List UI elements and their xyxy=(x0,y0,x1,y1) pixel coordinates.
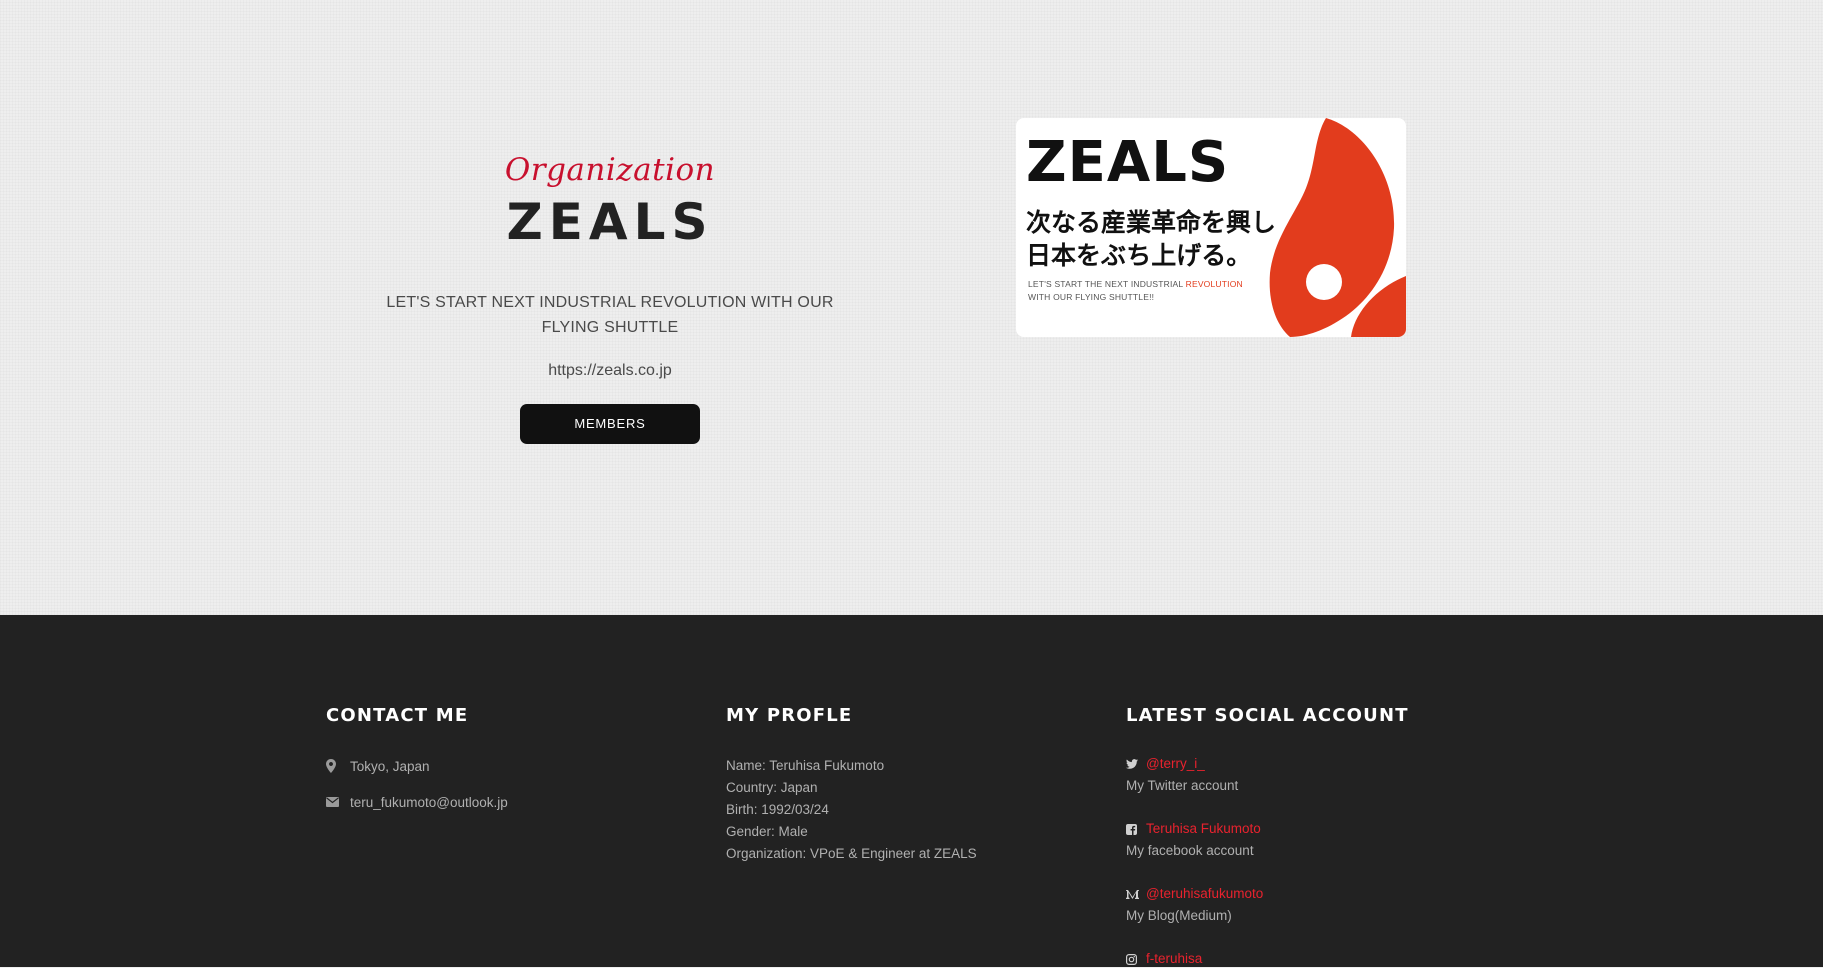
members-button[interactable]: MEMBERS xyxy=(520,404,700,444)
organization-url-link[interactable]: https://zeals.co.jp xyxy=(360,362,860,380)
facebook-handle: Teruhisa Fukumoto xyxy=(1146,821,1261,836)
organization-tagline: LET'S START NEXT INDUSTRIAL REVOLUTION W… xyxy=(386,294,834,336)
instagram-handle: f-teruhisa xyxy=(1146,951,1203,966)
twitter-icon xyxy=(1126,759,1146,769)
medium-description: My Blog(Medium) xyxy=(1126,908,1232,923)
contact-location-text: Tokyo, Japan xyxy=(350,758,430,774)
social-heading: LATEST SOCIAL ACCOUNT xyxy=(1126,705,1409,726)
medium-link[interactable]: @teruhisafukumoto xyxy=(1126,885,1409,903)
organization-name: ZEALS xyxy=(506,193,714,251)
twitter-handle: @terry_i_ xyxy=(1146,756,1205,771)
organization-kicker: Organization xyxy=(504,152,716,188)
twitter-link[interactable]: @terry_i_ xyxy=(1126,755,1409,773)
map-marker-icon xyxy=(326,759,350,773)
profile-birth: Birth: 1992/03/24 xyxy=(726,802,829,817)
facebook-icon xyxy=(1126,823,1146,835)
contact-heading: CONTACT ME xyxy=(326,705,469,726)
profile-organization: Organization: VPoE & Engineer at ZEALS xyxy=(726,846,977,861)
profile-country: Country: Japan xyxy=(726,780,818,795)
social-item-facebook: Teruhisa Fukumoto My facebook account xyxy=(1126,820,1409,862)
contact-email: teru_fukumoto@outlook.jp xyxy=(326,792,508,812)
profile-heading: MY PROFLE xyxy=(726,705,853,726)
contact-location: Tokyo, Japan xyxy=(326,756,508,776)
social-item-instagram: f-teruhisa xyxy=(1126,950,1409,968)
banner-small-line-1: LET'S START THE NEXT INDUSTRIAL xyxy=(1028,279,1186,289)
site-footer: CONTACT ME Tokyo, Japan teru_fukumoto@ou… xyxy=(0,615,1823,967)
profile-column: MY PROFLE Name: Teruhisa Fukumoto Countr… xyxy=(726,703,977,865)
contact-column: CONTACT ME Tokyo, Japan teru_fukumoto@ou… xyxy=(326,703,508,812)
social-column: LATEST SOCIAL ACCOUNT @terry_i_ My Twitt… xyxy=(1126,703,1409,968)
instagram-icon xyxy=(1126,953,1146,965)
profile-name: Name: Teruhisa Fukumoto xyxy=(726,758,885,773)
banner-jp-line-2: 日本をぶち上げる。 xyxy=(1026,241,1252,270)
envelope-icon xyxy=(326,797,350,807)
profile-list: Name: Teruhisa Fukumoto Country: Japan B… xyxy=(726,755,977,865)
facebook-description: My facebook account xyxy=(1126,843,1254,858)
banner-small-accent: REVOLUTION xyxy=(1185,279,1243,289)
banner-english-slogan: LET'S START THE NEXT INDUSTRIAL REVOLUTI… xyxy=(1028,278,1268,304)
banner-jp-line-1: 次なる産業革命を興し xyxy=(1026,208,1277,237)
organization-section: Organization ZEALS LET'S START NEXT INDU… xyxy=(0,0,1823,615)
social-item-medium: @teruhisafukumoto My Blog(Medium) xyxy=(1126,885,1409,927)
medium-icon xyxy=(1126,889,1146,899)
organization-info: Organization ZEALS LET'S START NEXT INDU… xyxy=(360,150,860,444)
flame-logo-icon xyxy=(1269,118,1406,337)
banner-japanese-slogan: 次なる産業革命を興し 日本をぶち上げる。 xyxy=(1026,206,1286,272)
contact-email-link[interactable]: teru_fukumoto@outlook.jp xyxy=(350,795,508,810)
facebook-link[interactable]: Teruhisa Fukumoto xyxy=(1126,820,1409,838)
zeals-banner-image: ZEALS 次なる産業革命を興し 日本をぶち上げる。 LET'S START T… xyxy=(1016,118,1406,337)
banner-small-line-2: WITH OUR FLYING SHUTTLE!! xyxy=(1028,292,1155,302)
twitter-description: My Twitter account xyxy=(1126,778,1239,793)
instagram-link[interactable]: f-teruhisa xyxy=(1126,950,1409,968)
profile-gender: Gender: Male xyxy=(726,824,808,839)
social-item-twitter: @terry_i_ My Twitter account xyxy=(1126,755,1409,797)
banner-title: ZEALS xyxy=(1026,130,1230,195)
medium-handle: @teruhisafukumoto xyxy=(1146,886,1264,901)
